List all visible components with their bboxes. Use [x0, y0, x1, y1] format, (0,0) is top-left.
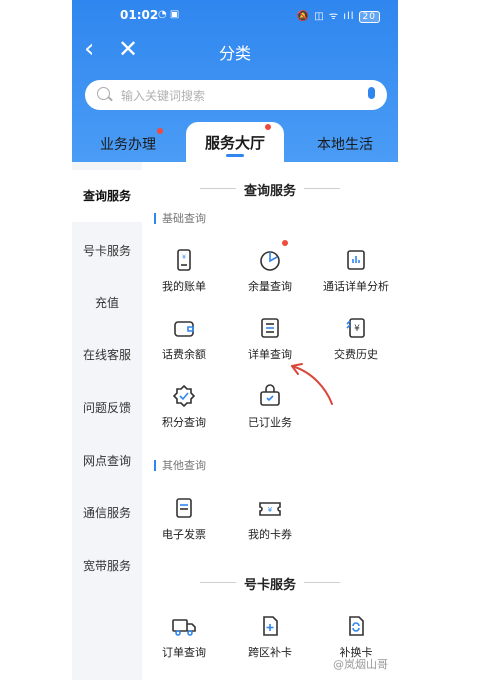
grid-item-my-bill[interactable]: ¥ 我的账单	[142, 248, 226, 294]
invoice-icon	[176, 498, 192, 518]
list-doc-icon	[261, 318, 279, 338]
grid-item-points-query[interactable]: 积分查询	[142, 384, 226, 430]
section-title-query-label: 查询服务	[243, 184, 296, 199]
points-icon	[172, 384, 196, 408]
grid-item-card-replacement[interactable]: 补换卡	[314, 614, 398, 660]
microphone-icon[interactable]	[368, 87, 375, 99]
svg-text:¥: ¥	[354, 324, 360, 334]
group-title-other: 其他查询	[154, 460, 206, 471]
tab-business[interactable]: 业务办理	[100, 134, 156, 154]
watermark: @岚烟山哥	[333, 658, 388, 671]
chart-doc-icon	[347, 250, 365, 270]
sim-swap-icon	[349, 616, 364, 636]
sidebar-item-communication[interactable]: 通信服务	[72, 504, 142, 521]
balance-query-badge	[282, 240, 288, 246]
notification-icons: ◔ ▣	[158, 9, 180, 20]
bill-icon: ¥	[177, 249, 191, 271]
search-input[interactable]: 输入关键词搜索	[85, 80, 387, 110]
section-title-number-card: 号卡服务	[142, 574, 398, 593]
section-title-number-card-label: 号卡服务	[243, 578, 296, 593]
divider-right	[304, 582, 340, 583]
tab-business-badge	[157, 128, 163, 134]
tab-bar: 业务办理 服务大厅 本地生活	[72, 122, 398, 164]
svg-text:¥: ¥	[182, 254, 186, 261]
bag-icon	[260, 384, 280, 406]
sim-add-icon	[263, 616, 278, 636]
group-title-basic: 基础查询	[154, 213, 206, 224]
search-icon	[97, 87, 110, 100]
sidebar-item-online-service[interactable]: 在线客服	[72, 346, 142, 363]
grid-item-my-coupons[interactable]: ¥ 我的卡券	[228, 496, 312, 542]
pie-chart-icon	[260, 251, 280, 271]
grid-item-label: 订单查询	[162, 646, 206, 659]
sidebar-item-feedback[interactable]: 问题反馈	[72, 399, 142, 416]
grid-item-phone-balance[interactable]: 话费余额	[142, 316, 226, 362]
header: 01:02 ◔ ▣ 🔕 ◫ ᯤ ıll 20 ‹ ✕ 分类 输入关键词搜索 业务办…	[72, 0, 398, 164]
divider-left	[200, 188, 236, 189]
grid-item-label: 我的账单	[162, 280, 206, 293]
sidebar-item-broadband[interactable]: 宽带服务	[72, 557, 142, 574]
nav-bar: ‹ ✕ 分类	[72, 32, 398, 68]
battery-icon: 20	[358, 11, 380, 23]
grid-item-call-detail-analysis[interactable]: 通话详单分析	[314, 248, 398, 294]
page-title: 分类	[218, 44, 251, 63]
system-icons: 🔕 ◫ ᯤ ıll 20	[297, 8, 380, 23]
tab-local-life[interactable]: 本地生活	[317, 134, 373, 154]
grid-item-cross-region-card[interactable]: 跨区补卡	[228, 614, 312, 660]
tab-service-hall-label: 服务大厅	[204, 134, 265, 152]
phone-screen: 01:02 ◔ ▣ 🔕 ◫ ᯤ ıll 20 ‹ ✕ 分类 输入关键词搜索 业务办…	[72, 0, 398, 680]
coupon-icon: ¥	[259, 502, 281, 516]
grid-item-order-query[interactable]: 订单查询	[142, 614, 226, 660]
grid-item-e-invoice[interactable]: 电子发票	[142, 496, 226, 542]
content-panel: 查询服务 基础查询 ¥ 我的账单 余量查询 通话详单分析 话费余额 详单查询 ¥…	[142, 162, 398, 680]
grid-item-label: 已订业务	[248, 416, 292, 429]
sidebar-item-number-card[interactable]: 号卡服务	[72, 242, 142, 259]
truck-icon	[172, 619, 196, 636]
grid-item-label: 积分查询	[162, 416, 206, 429]
status-bar: 01:02 ◔ ▣ 🔕 ◫ ᯤ ıll 20	[72, 0, 398, 30]
search-placeholder: 输入关键词搜索	[121, 89, 206, 103]
svg-text:¥: ¥	[268, 506, 273, 514]
yen-receipt-icon: ¥	[346, 318, 365, 338]
grid-item-label: 通话详单分析	[323, 280, 389, 293]
grid-item-balance-query[interactable]: 余量查询	[228, 240, 312, 294]
tab-service-hall-badge	[265, 124, 271, 130]
divider-right	[304, 188, 340, 189]
grid-item-label: 话费余额	[162, 348, 206, 361]
grid-item-label: 我的卡券	[248, 528, 292, 541]
sidebar-item-query[interactable]: 查询服务	[72, 170, 142, 222]
sidebar: 查询服务 号卡服务 充值 在线客服 问题反馈 网点查询 通信服务 宽带服务	[72, 162, 142, 680]
grid-item-label: 余量查询	[248, 280, 292, 293]
divider-left	[200, 582, 236, 583]
sidebar-item-recharge[interactable]: 充值	[72, 294, 142, 311]
annotation-arrow	[291, 363, 333, 405]
sidebar-item-outlet-query[interactable]: 网点查询	[72, 452, 142, 469]
section-title-query: 查询服务	[142, 180, 398, 199]
active-tab-indicator	[226, 154, 244, 157]
status-time: 01:02	[120, 8, 159, 22]
grid-item-label: 跨区补卡	[248, 646, 292, 659]
wallet-icon	[174, 321, 194, 337]
grid-item-label: 电子发票	[162, 528, 206, 541]
